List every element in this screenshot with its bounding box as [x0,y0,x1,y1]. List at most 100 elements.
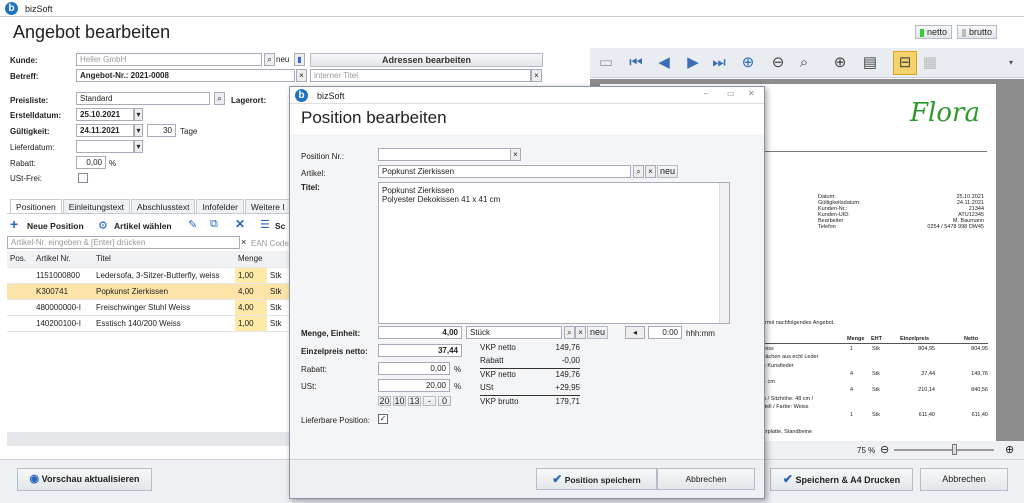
erstelldatum-dropdown-icon[interactable]: ▾ [134,108,143,121]
zoom-plus-icon[interactable]: ⊕ [1005,443,1014,456]
col-titel[interactable]: Titel [93,251,235,268]
delete-icon[interactable]: ✕ [235,217,245,231]
sc-button[interactable]: Sc [275,221,285,231]
page-icon[interactable]: ▤ [860,53,880,73]
betreff-input[interactable]: Angebot-Nr.: 2021-0008 [76,69,295,82]
posnr-clear-icon[interactable]: × [510,148,521,161]
speichern-drucken-button[interactable]: ✔ Speichern & A4 Drucken [770,468,913,491]
artikel-input[interactable]: Popkunst Zierkissen [378,165,631,178]
brutto-toggle[interactable]: brutto [957,25,997,39]
titel-textarea[interactable]: Popkunst Zierkissen Polyester Dekokissen… [378,182,730,324]
zoom-slider[interactable] [894,449,994,451]
posnr-input[interactable] [378,148,511,161]
tab-abschlusstext[interactable]: Abschlusstext [131,199,196,214]
erstelldatum-input[interactable]: 25.10.2021 [76,108,134,121]
kunde-input[interactable]: Heller GmbH [76,53,262,66]
ust-chip-0[interactable]: 0 [438,396,451,406]
col-einheit[interactable] [267,251,290,268]
rabatt-input[interactable]: 0,00 [76,156,106,169]
dialog-rabatt-input[interactable]: 0,00 [378,362,450,375]
ust-chip-13[interactable]: 13 [408,396,421,406]
preisliste-select[interactable]: Standard [76,92,210,105]
tab-weitere[interactable]: Weitere I [244,199,290,214]
einzelpreis-input[interactable]: 37,44 [378,344,462,357]
lieferbar-checkbox[interactable]: ✓ [378,414,388,424]
ust-chip-20[interactable]: 20 [378,396,391,406]
select-tool-icon[interactable]: ▭ [596,53,616,73]
lieferdatum-dropdown-icon[interactable]: ▾ [134,140,143,153]
zoom-minus-icon[interactable]: ⊖ [880,443,889,456]
table-row[interactable]: 480000000-I Freischwinger Stuhl Weiss 4,00… [7,299,290,316]
list-icon[interactable]: ☰ [260,218,270,231]
betreff-clear-icon[interactable]: × [296,69,307,82]
add-icon[interactable]: + [10,216,18,232]
dialog-ust-input[interactable]: 20,00 [378,379,450,392]
minimize-icon[interactable]: – [704,89,708,98]
adressen-bearbeiten-button[interactable]: Adressen bearbeiten [310,53,543,67]
maximize-icon[interactable]: ▭ [727,89,735,98]
next-page-icon[interactable]: ▶ [683,53,703,73]
compass-icon[interactable]: ⊕ [738,53,758,73]
kunde-neu-button[interactable]: neu [276,55,289,64]
copy-icon[interactable]: ⧉ [210,218,218,231]
position-speichern-button[interactable]: ✔ Position speichern [536,468,657,490]
grid-scrollbar[interactable] [7,432,290,446]
artikel-neu-button[interactable]: neu [657,165,678,178]
intern-clear-icon[interactable]: × [531,69,542,82]
tage-input[interactable]: 30 [147,124,176,137]
einheit-clear-icon[interactable]: × [575,326,586,339]
col-menge[interactable]: Menge [235,251,267,268]
ean-input[interactable]: EAN Code [251,239,289,248]
preisliste-search-icon[interactable]: ⌕ [214,92,225,105]
tab-positionen[interactable]: Positionen [10,199,62,214]
time-left-icon[interactable]: ◂ [625,326,645,339]
ust-chip-10[interactable]: 10 [393,396,406,406]
layout-icon[interactable]: ⊟ [893,51,917,75]
zoom-slider-handle[interactable] [952,444,957,455]
einheit-neu-button[interactable]: neu [587,326,608,339]
zoom-in-icon[interactable]: ⊕ [830,53,850,73]
gueltigkeit-dropdown-icon[interactable]: ▾ [134,124,143,137]
artikel-search-icon[interactable]: ⌕ [633,165,644,178]
lieferdatum-input[interactable] [76,140,134,153]
menge-label: Menge, Einheit: [301,329,361,338]
cell-einheit: Stk [267,299,290,316]
col-pos[interactable]: Pos. [7,251,33,268]
toolbar-menu-icon[interactable]: ▾ [1009,58,1013,67]
tab-einleitungstext[interactable]: Einleitungstext [62,199,130,214]
ust-chip-dash[interactable]: - [423,396,436,406]
table-row[interactable]: 1151000800 Ledersofa, 3-Sitzer-Butterfly,… [7,267,290,284]
neue-position-button[interactable]: Neue Position [27,221,84,231]
table-row[interactable]: 140200100-I Esstisch 140/200 Weiss 1,00 Stk [7,315,290,332]
artikel-waehlen-button[interactable]: Artikel wählen [114,221,172,231]
last-page-icon[interactable]: ⏭ [709,53,729,73]
einheit-search-icon[interactable]: ⌕ [564,326,575,339]
vorschau-button[interactable]: ◉ Vorschau aktualisieren [17,468,152,491]
gueltigkeit-input[interactable]: 24.11.2021 [76,124,134,137]
zoom-icon[interactable]: ⌕ [794,53,814,73]
preview-line-preis: 210,14 [918,387,935,394]
netto-toggle[interactable]: netto [915,25,952,39]
main-abbrechen-button[interactable]: Abbrechen [920,468,1008,491]
table-row-selected[interactable]: K300741 Popkunst Zierkissen 4,00 Stk [7,283,290,300]
kunde-search-icon[interactable]: ⌕ [264,53,275,66]
first-page-icon[interactable]: ⏮ [626,53,646,73]
artikel-clear-icon[interactable]: × [645,165,656,178]
prev-page-icon[interactable]: ◀ [654,53,674,73]
col-artikel-nr[interactable]: Artikel Nr. [33,251,93,268]
artikel-search-input[interactable]: Artikel-Nr. eingeben & [Enter] drücken [7,236,240,249]
einheit-input[interactable]: Stück [466,326,562,339]
chart-icon[interactable]: ▮ [294,53,305,66]
menge-input[interactable]: 4,00 [378,326,462,339]
close-icon[interactable]: ✕ [748,89,755,98]
tab-infofelder[interactable]: Infofelder [196,199,244,214]
dialog-abbrechen-button[interactable]: Abbrechen [657,468,755,490]
time-input[interactable]: 0:00 [648,326,682,339]
edit-icon[interactable]: ✎ [188,218,197,231]
titel-scrollbar[interactable] [719,183,729,323]
interner-titel-input[interactable]: interner Titel [310,69,531,82]
search-clear-icon[interactable]: × [241,237,246,247]
ust-frei-checkbox[interactable] [78,173,88,183]
zoom-out-icon[interactable]: ⊖ [768,53,788,73]
multipage-icon[interactable]: ▦ [920,53,940,73]
